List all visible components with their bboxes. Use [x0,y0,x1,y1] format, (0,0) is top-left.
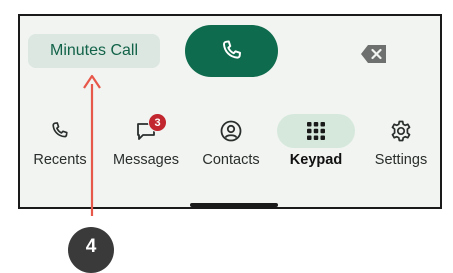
nav-item-recents[interactable]: Recents [20,114,100,168]
nav-item-contacts[interactable]: Contacts [191,114,271,168]
nav-item-label: Messages [112,152,180,168]
gesture-handle [190,203,278,207]
minutes-call-label: Minutes Call [49,42,139,59]
call-button[interactable] [185,25,278,77]
nav-item-label: Recents [33,152,87,168]
nav-item-label: Contacts [202,152,260,168]
bottom-navigation: Recents 3 Messages Contacts Keypad Setti… [20,113,440,174]
backspace-button[interactable] [360,44,388,64]
nav-item-messages[interactable]: 3 Messages [106,113,186,168]
gear-icon [391,120,411,142]
phone-screen: Minutes Call Recents 3 Messages Contacts… [18,14,442,209]
nav-item-label: Keypad [289,152,343,168]
nav-item-settings[interactable]: Settings [361,114,440,168]
step-number-badge: 4 [68,227,114,273]
minutes-call-button[interactable]: Minutes Call [28,34,160,68]
person-circle-icon [220,120,242,142]
unread-badge: 3 [148,113,167,132]
backspace-icon [361,45,386,63]
phone-handset-icon [52,122,68,138]
active-indicator [277,114,355,148]
phone-call-icon [222,40,241,59]
nav-item-keypad[interactable]: Keypad [276,114,356,168]
dialpad-icon [307,122,325,140]
nav-item-label: Settings [374,152,428,168]
